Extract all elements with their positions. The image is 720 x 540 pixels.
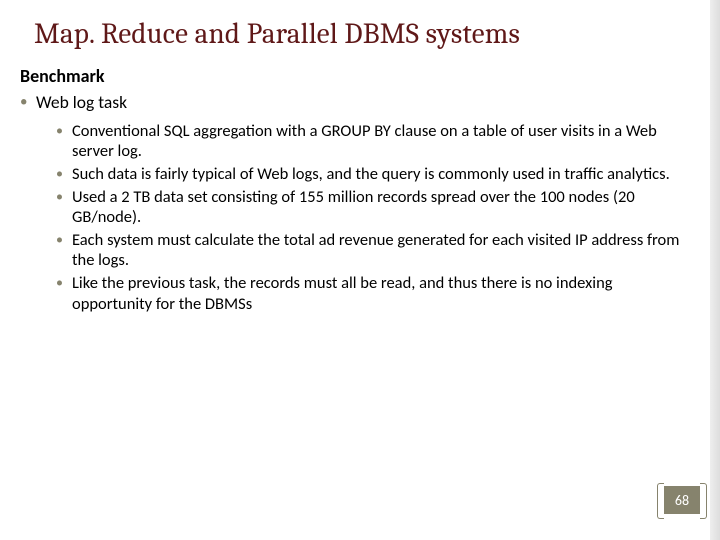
bullet-level2: • Such data is fairly typical of Web log… [56,164,680,185]
slide-title: Map. Reduce and Parallel DBMS systems [34,18,680,51]
bullet-dot-icon: • [56,165,63,183]
bullet-level2: • Used a 2 TB data set consisting of 155… [56,187,680,228]
level2-text: Like the previous task, the records must… [72,273,613,314]
level2-text: Used a 2 TB data set consisting of 155 m… [72,187,635,228]
side-stripe [710,0,720,540]
level1-label: Web log task [36,91,127,113]
page-number: 68 [675,492,689,509]
page-number-badge: 68 [664,486,700,514]
bullet-level2: • Each system must calculate the total a… [56,230,680,271]
level2-text: Conventional SQL aggregation with a GROU… [72,121,657,162]
bullet-dot-icon: • [56,188,63,206]
bullet-dot-icon: • [56,274,63,292]
level2-text: Each system must calculate the total ad … [72,230,679,271]
bullet-dot-icon: • [20,92,27,112]
level2-text: Such data is fairly typical of Web logs,… [72,164,670,184]
bullet-level2: • Conventional SQL aggregation with a GR… [56,121,680,162]
bullet-dot-icon: • [56,122,63,140]
level2-list: • Conventional SQL aggregation with a GR… [20,121,680,315]
bullet-dot-icon: • [56,231,63,249]
bullet-level1: • Web log task [20,91,680,115]
slide: Map. Reduce and Parallel DBMS systems Be… [0,0,710,540]
subheading: Benchmark [20,65,680,87]
bullet-level2: • Like the previous task, the records mu… [56,273,680,314]
